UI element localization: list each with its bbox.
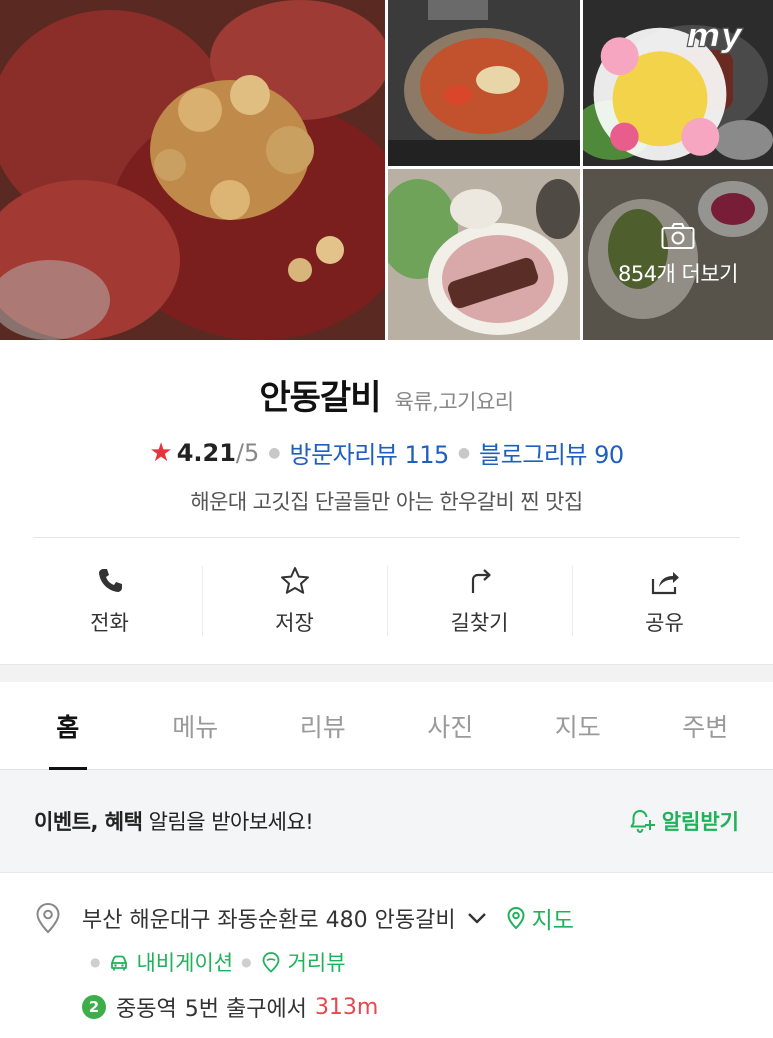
phone-icon — [98, 569, 122, 592]
svg-text:my: my — [686, 16, 744, 55]
subway-line-badge: 2 — [82, 995, 106, 1019]
directions-button[interactable]: 길찾기 — [387, 538, 572, 664]
tab-bar: 홈 메뉴 리뷰 사진 지도 주변 — [0, 682, 773, 770]
subscribe-alert-label: 알림받기 — [661, 810, 739, 834]
chevron-down-icon[interactable] — [466, 911, 488, 925]
share-label: 공유 — [645, 611, 684, 635]
notification-banner: 이벤트, 혜택 알림을 받아보세요! 알림받기 — [0, 770, 773, 873]
main-photo[interactable] — [0, 0, 385, 340]
separator-dot: ● — [268, 444, 281, 461]
photo-grill[interactable]: my — [583, 0, 773, 166]
tab-map[interactable]: 지도 — [514, 682, 642, 769]
address-row: 부산 해운대구 좌동순환로 480 안동갈비 지도 — [34, 901, 574, 935]
streetview-label: 거리뷰 — [287, 951, 346, 975]
camera-icon — [661, 222, 695, 249]
star-icon: ★ — [149, 437, 173, 468]
place-header: 안동갈비 육류,고기요리 ★ 4.21 /5 ● 방문자리뷰 115 ● 블로그… — [0, 340, 773, 516]
navigation-label: 내비게이션 — [136, 951, 234, 975]
separator-dot: ● — [457, 444, 471, 461]
subscribe-alert-button[interactable]: 알림받기 — [628, 806, 739, 836]
streetview-link[interactable]: 거리뷰 — [260, 947, 346, 977]
notice-text: 이벤트, 혜택 알림을 받아보세요! — [34, 806, 314, 836]
tab-review[interactable]: 리뷰 — [259, 682, 387, 769]
location-pin-icon — [36, 902, 60, 934]
map-link[interactable]: 지도 — [506, 901, 574, 935]
share-button[interactable]: 공유 — [572, 538, 757, 664]
navigation-link[interactable]: 내비게이션 — [108, 947, 233, 977]
map-pin-icon — [507, 906, 525, 930]
streetview-icon — [262, 952, 279, 973]
address-links-row: ● 내비게이션 ● 거리뷰 — [82, 947, 346, 977]
more-photos-label: 854개 더보기 — [617, 261, 739, 286]
separator-dot: ● — [241, 955, 252, 969]
photo-gallery: my 854개 더보기 — [0, 0, 773, 340]
action-bar: 전화 저장 길찾기 공유 — [17, 538, 757, 664]
call-button[interactable]: 전화 — [17, 538, 202, 664]
station-distance: 313m — [314, 994, 379, 1020]
rating-max: /5 — [235, 438, 260, 467]
notice-rest-text: 알림을 받아보세요! — [142, 810, 314, 834]
call-label: 전화 — [90, 611, 129, 635]
photo-stew[interactable] — [388, 0, 580, 166]
visitor-review-link[interactable]: 방문자리뷰 115 — [289, 435, 449, 470]
notice-bold-text: 이벤트, 혜택 — [34, 810, 143, 834]
place-name: 안동갈비 — [259, 378, 381, 418]
rating-score: 4.21 — [176, 438, 236, 467]
directions-label: 길찾기 — [450, 611, 509, 635]
place-description: 해운대 고깃집 단골들만 아는 한우갈비 찐 맛집 — [190, 490, 583, 514]
rating-row: ★ 4.21 /5 ● 방문자리뷰 115 ● 블로그리뷰 90 — [0, 435, 773, 470]
map-link-label: 지도 — [531, 908, 574, 934]
separator-dot: ● — [90, 955, 101, 969]
photo-more[interactable]: 854개 더보기 — [583, 169, 773, 340]
tab-menu[interactable]: 메뉴 — [132, 682, 260, 769]
star-outline-icon — [280, 567, 309, 594]
place-category: 육류,고기요리 — [394, 390, 515, 414]
blog-review-link[interactable]: 블로그리뷰 90 — [479, 435, 624, 470]
save-button[interactable]: 저장 — [202, 538, 387, 664]
address-text: 부산 해운대구 좌동순환로 480 안동갈비 — [82, 908, 456, 933]
my-badge-icon: my — [593, 15, 744, 161]
station-exit: 5번 출구에서 — [184, 997, 307, 1022]
car-icon — [111, 955, 128, 971]
subway-station-row: 2 중동역 5번 출구에서 313m — [82, 991, 378, 1023]
tab-photo[interactable]: 사진 — [387, 682, 515, 769]
directions-icon — [471, 569, 491, 593]
bell-plus-icon — [630, 810, 655, 834]
tab-nearby[interactable]: 주변 — [642, 682, 770, 769]
section-gap — [0, 664, 773, 682]
more-photos-overlay[interactable]: 854개 더보기 — [583, 169, 773, 340]
station-name: 중동역 — [116, 997, 177, 1022]
save-label: 저장 — [275, 611, 314, 635]
photo-side-dishes[interactable] — [388, 169, 580, 340]
share-icon — [651, 572, 679, 595]
tab-home[interactable]: 홈 — [4, 682, 132, 769]
